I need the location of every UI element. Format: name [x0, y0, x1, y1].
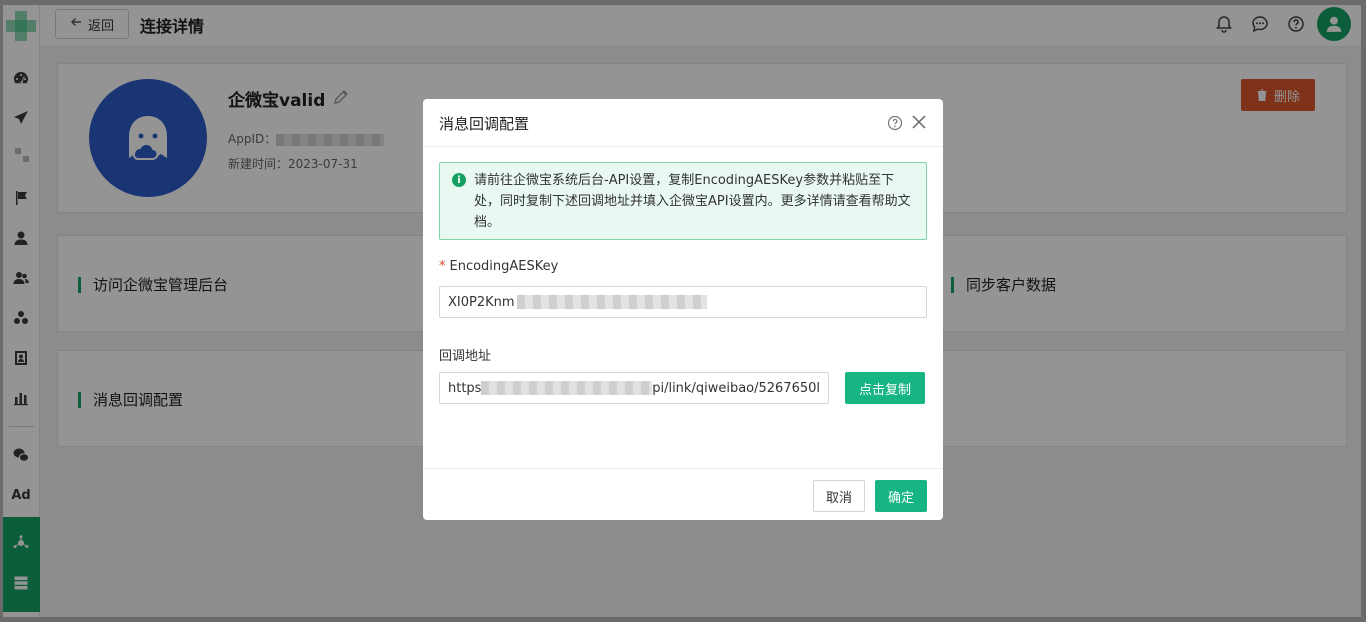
help-circle-icon[interactable] [887, 115, 903, 131]
aes-key-label-text: EncodingAESKey [449, 259, 559, 274]
info-icon: i [452, 173, 466, 187]
cancel-button[interactable]: 取消 [813, 480, 865, 512]
modal-footer: 取消 确定 [423, 468, 943, 520]
callback-url-suffix: pi/link/qiweibao/5267650l [652, 380, 820, 396]
alert-text: 请前往企微宝系统后台-API设置，复制EncodingAESKey参数并粘贴至下… [474, 173, 911, 230]
modal-header: 消息回调配置 [423, 99, 943, 147]
confirm-button[interactable]: 确定 [875, 480, 927, 512]
info-alert: i 请前往企微宝系统后台-API设置，复制EncodingAESKey参数并粘贴… [439, 162, 927, 240]
callback-url-label: 回调地址 [439, 349, 492, 364]
close-icon[interactable] [911, 114, 927, 130]
copy-button[interactable]: 点击复制 [845, 372, 925, 404]
callback-url-input[interactable]: https pi/link/qiweibao/5267650l [439, 372, 829, 404]
app-frame: Ad 返回 连接详情 企微宝valid AppID： 新建时间：2023-07-… [3, 5, 1361, 617]
modal-title: 消息回调配置 [439, 115, 530, 133]
callback-url-prefix: https [448, 380, 482, 396]
aes-key-label: * EncodingAESKey [439, 259, 558, 274]
callback-url-redacted [481, 381, 653, 395]
aes-key-value: XI0P2Knm [448, 294, 515, 310]
callback-config-modal: 消息回调配置 i 请前往企微宝系统后台-API设置，复制EncodingAESK… [423, 99, 943, 520]
aes-key-input[interactable]: XI0P2Knm [439, 286, 927, 318]
required-mark: * [439, 259, 446, 274]
aes-key-redacted [516, 295, 707, 309]
